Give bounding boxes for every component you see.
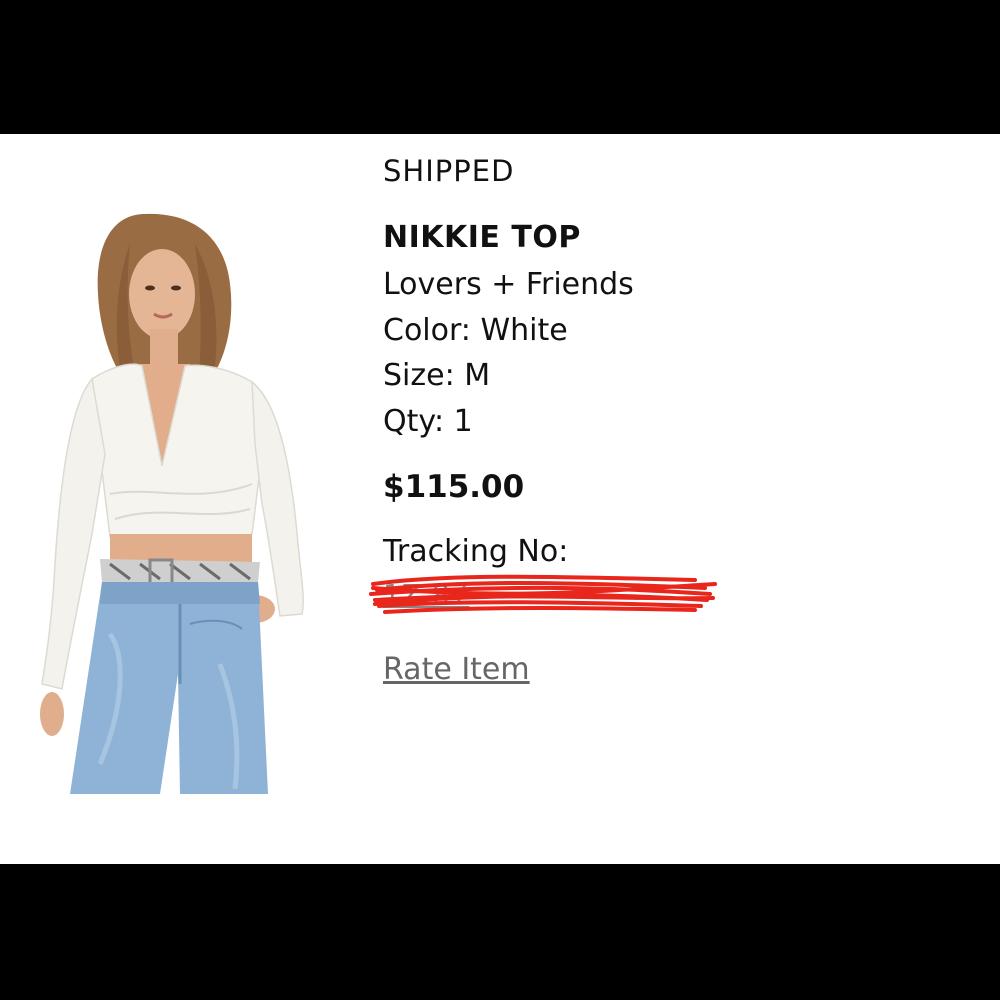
product-color: Color: White [383,313,568,348]
product-quantity: Qty: 1 [383,404,473,439]
shipping-status: SHIPPED [383,154,515,188]
product-size: Size: M [383,358,491,393]
product-name[interactable]: NIKKIE TOP [383,220,581,255]
letterbox-bottom [0,864,1000,1000]
product-brand: Lovers + Friends [383,267,634,302]
tracking-number-link[interactable]: 1Z 87 [369,574,743,614]
product-price: $115.00 [383,469,525,505]
rate-item-link[interactable]: Rate Item [383,652,530,687]
letterbox-top [0,0,1000,134]
product-image[interactable] [30,204,330,794]
order-item-card: SHIPPED NIKKIE TOP Lovers + Friends Colo… [0,134,1000,864]
tracking-label: Tracking No: [383,534,569,569]
redaction-scribble [369,574,717,614]
screenshot-frame: SHIPPED NIKKIE TOP Lovers + Friends Colo… [0,0,1000,1000]
